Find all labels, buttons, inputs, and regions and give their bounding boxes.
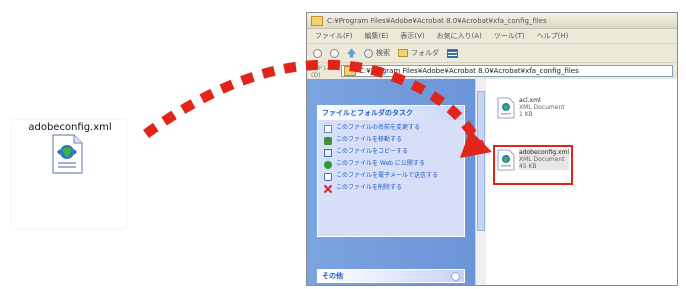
task-label: このファイルをコピーする <box>336 148 409 155</box>
file-tasks-title: ファイルとフォルダのタスク <box>322 109 413 117</box>
back-icon <box>313 48 322 58</box>
selected-file-highlight <box>493 145 573 185</box>
folders-button[interactable]: フォルダ <box>398 48 439 58</box>
explorer-content: ファイルとフォルダのタスク このファイルの名前を変更する このファイルを移動する <box>307 79 677 285</box>
address-value: C:¥Program Files¥Adobe¥Acrobat 8.0¥Acrob… <box>359 67 579 75</box>
views-button[interactable] <box>447 48 458 58</box>
search-icon <box>364 48 373 58</box>
up-folder-icon <box>347 48 356 58</box>
delete-icon <box>324 185 332 193</box>
menu-bar: ファイル(F) 編集(E) 表示(V) お気に入り(A) ツール(T) ヘルプ(… <box>307 29 677 44</box>
task-label: このファイルを Web に公開する <box>336 160 425 167</box>
task-label: このファイルを削除する <box>336 184 403 191</box>
file-item-acl[interactable]: acl.xml XML Document 1 KB <box>497 97 565 119</box>
file-tasks-panel: ファイルとフォルダのタスク このファイルの名前を変更する このファイルを移動する <box>317 105 465 237</box>
task-label: このファイルを移動する <box>336 136 403 143</box>
enlarged-file-label: adobeconfig.xml <box>28 122 112 133</box>
file-details: acl.xml XML Document 1 KB <box>519 97 565 118</box>
menu-item-view[interactable]: 表示(V) <box>400 31 424 41</box>
window-title: C:¥Program Files¥Adobe¥Acrobat 8.0¥Acrob… <box>327 16 547 25</box>
explorer-window: C:¥Program Files¥Adobe¥Acrobat 8.0¥Acrob… <box>306 12 678 286</box>
file-tasks-header[interactable]: ファイルとフォルダのタスク <box>318 106 464 120</box>
back-button[interactable] <box>313 48 322 58</box>
search-button[interactable]: 検索 <box>364 48 390 58</box>
address-bar: アドレス(D) C:¥Program Files¥Adobe¥Acrobat 8… <box>307 63 677 80</box>
copy-icon <box>324 149 332 157</box>
window-titlebar[interactable]: C:¥Program Files¥Adobe¥Acrobat 8.0¥Acrob… <box>307 13 677 29</box>
menu-item-tools[interactable]: ツール(T) <box>494 31 525 41</box>
task-move[interactable]: このファイルを移動する <box>324 136 458 145</box>
task-rename[interactable]: このファイルの名前を変更する <box>324 124 458 133</box>
menu-item-favorites[interactable]: お気に入り(A) <box>437 31 482 41</box>
scrollbar-thumb[interactable] <box>477 91 485 231</box>
chevron-up-icon[interactable] <box>451 108 460 118</box>
task-pane: ファイルとフォルダのタスク このファイルの名前を変更する このファイルを移動する <box>307 79 486 285</box>
file-size: 1 KB <box>519 111 533 118</box>
task-copy[interactable]: このファイルをコピーする <box>324 148 458 157</box>
mail-icon <box>324 173 332 181</box>
xml-file-globe-icon <box>497 97 515 119</box>
up-button[interactable] <box>347 48 356 58</box>
menu-item-edit[interactable]: 編集(E) <box>365 31 389 41</box>
other-places-title: その他 <box>322 272 343 280</box>
folders-icon <box>398 49 408 57</box>
task-list: このファイルの名前を変更する このファイルを移動する このファイルをコピーする … <box>318 120 464 200</box>
task-pane-scrollbar[interactable] <box>475 79 486 285</box>
move-icon <box>324 137 332 145</box>
file-type: XML Document <box>519 104 565 111</box>
task-label: このファイルを電子メールで送信する <box>336 172 439 179</box>
task-label: このファイルの名前を変更する <box>336 124 421 131</box>
enlarged-file-tile <box>12 120 126 228</box>
chevron-down-icon[interactable] <box>451 271 460 281</box>
file-name: acl.xml <box>519 97 541 104</box>
forward-button[interactable] <box>330 48 339 58</box>
toolbar: 検索 フォルダ <box>307 44 677 63</box>
web-publish-icon <box>324 161 332 169</box>
rename-icon <box>324 125 332 133</box>
task-web-publish[interactable]: このファイルを Web に公開する <box>324 160 458 169</box>
forward-icon <box>330 48 339 58</box>
other-places-header[interactable]: その他 <box>317 269 465 283</box>
menu-item-help[interactable]: ヘルプ(H) <box>537 31 569 41</box>
search-button-label: 検索 <box>376 49 390 57</box>
task-delete[interactable]: このファイルを削除する <box>324 184 458 193</box>
folder-icon <box>311 15 323 26</box>
address-label: アドレス(D) <box>311 65 336 79</box>
task-email[interactable]: このファイルを電子メールで送信する <box>324 172 458 181</box>
folders-button-label: フォルダ <box>411 49 439 57</box>
views-icon <box>447 48 458 58</box>
xml-file-globe-icon <box>52 134 83 174</box>
address-field[interactable]: C:¥Program Files¥Adobe¥Acrobat 8.0¥Acrob… <box>341 65 673 77</box>
menu-item-file[interactable]: ファイル(F) <box>315 31 353 41</box>
folder-icon <box>344 66 356 76</box>
